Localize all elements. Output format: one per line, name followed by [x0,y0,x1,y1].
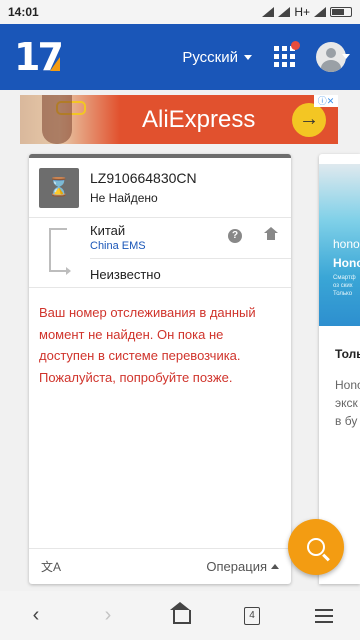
back-button[interactable]: ‹ [16,601,56,631]
side-card-title: Толь [335,347,360,361]
promo-line: hono [333,237,360,251]
app-logo[interactable]: 17 [14,35,68,79]
network-type: H+ [294,5,310,19]
ad-banner[interactable]: AliExpress → ⓘ✕ [20,95,338,144]
chevron-down-icon [244,54,252,60]
battery-icon [330,7,352,17]
chevron-down-icon [342,54,350,59]
forward-button[interactable]: › [88,601,128,631]
divider [90,258,291,259]
apps-grid-icon[interactable] [274,41,300,68]
language-selector[interactable]: Русский [182,49,252,66]
menu-icon [315,608,333,623]
tabs-button[interactable]: 4 [232,601,272,631]
translate-icon[interactable]: 文A [41,558,61,575]
help-icon[interactable]: ? [228,229,242,243]
tracking-card: ⌛ LZ910664830CN Не Найдено Китай China E… [29,154,291,584]
search-fab-button[interactable] [288,519,344,575]
operation-label: Операция [206,559,267,574]
search-icon [307,538,325,556]
hourglass-icon: ⌛ [39,167,79,208]
home-icon[interactable] [264,227,278,241]
signal-icon [314,7,326,17]
home-button[interactable] [160,601,200,631]
language-label: Русский [182,48,238,66]
origin-country: Китай [90,223,126,238]
promo-line: Hono [333,256,360,270]
not-found-message: Ваш номер отслеживания в данный момент н… [39,305,256,385]
notification-dot [291,41,300,50]
home-icon [170,601,191,624]
menu-button[interactable] [304,601,344,631]
chevron-up-icon [271,564,279,569]
ad-image [20,95,120,144]
app-header: 17 Русский [0,24,360,90]
route-bracket-icon [49,228,71,275]
side-card-body: Hono экск в бу [335,378,360,428]
browser-nav-bar: ‹ › 4 [0,591,360,640]
tracking-header[interactable]: ⌛ LZ910664830CN Не Найдено [29,158,291,218]
status-bar: 14:01 H+ [0,0,360,24]
promo-line: Смартф оз ских Только [333,275,356,297]
tracking-status: Не Найдено [90,191,158,205]
tracking-number[interactable]: LZ910664830CN [90,170,197,186]
carrier-link[interactable]: China EMS [90,240,146,252]
clock: 14:01 [8,5,39,19]
logo-accent [50,57,60,71]
operation-button[interactable]: Операция [206,559,279,574]
signal-icon [262,7,275,17]
side-promo-image: hono Hono Смартф оз ских Только [319,164,360,326]
ad-close-icon[interactable]: ⓘ✕ [314,95,338,107]
ad-brand: AliExpress [142,105,256,133]
arrow-right-icon[interactable]: → [292,102,326,137]
card-footer: 文A Операция [29,548,291,584]
destination-country: Неизвестно [90,267,161,282]
signal-icon [278,7,291,17]
route-info: Китай China EMS Неизвестно ? [29,218,291,288]
side-card[interactable]: hono Hono Смартф оз ских Только Толь Hon… [319,154,360,584]
tabs-count: 4 [244,606,260,625]
